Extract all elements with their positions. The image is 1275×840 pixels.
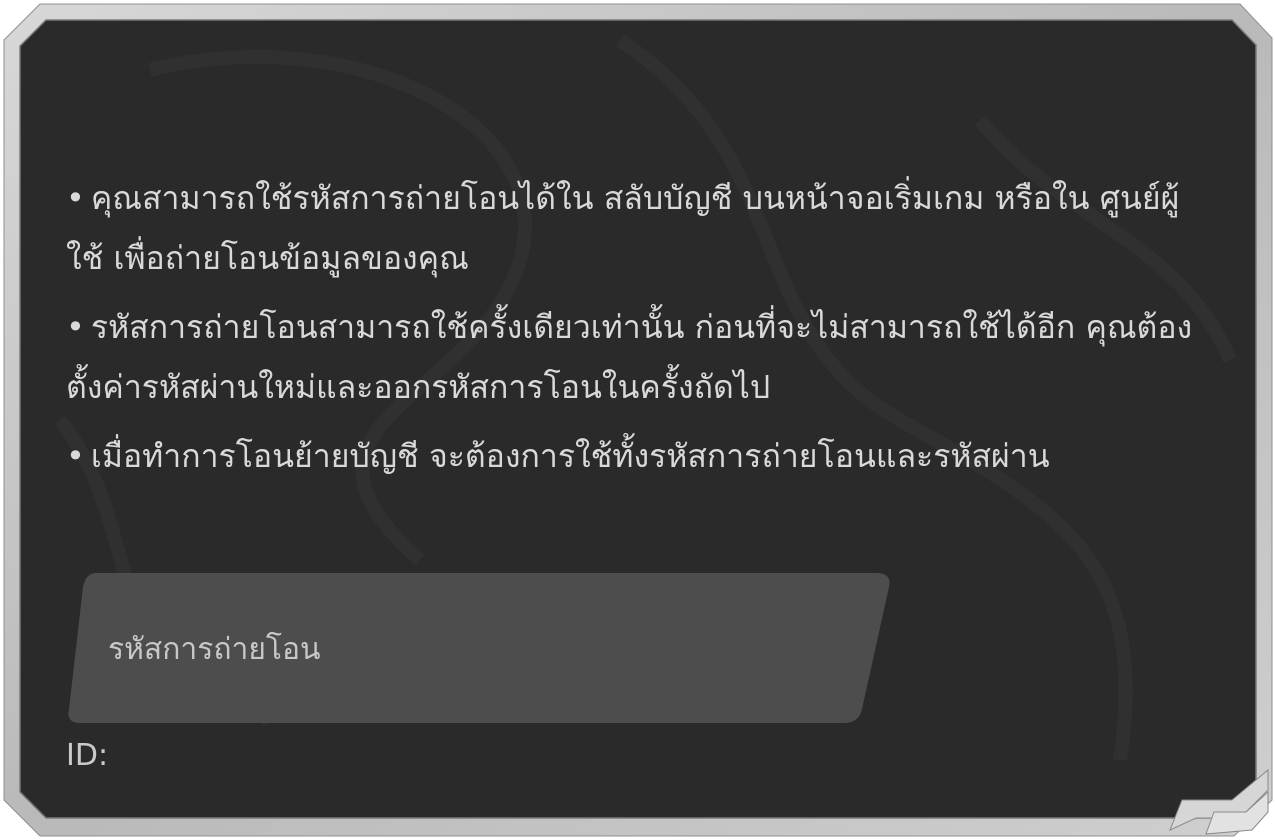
bullet-dot-icon: • xyxy=(66,179,85,217)
transfer-code-dialog: • คุณสามารถใช้รหัสการถ่ายโอนได้ใน สลับบัญ… xyxy=(0,0,1275,840)
id-row: ID: xyxy=(66,734,108,778)
instructions-list: • คุณสามารถใช้รหัสการถ่ายโอนได้ใน สลับบัญ… xyxy=(66,168,1206,495)
bullet-dot-icon: • xyxy=(66,437,85,475)
bullet-dot-icon: • xyxy=(66,308,85,346)
transfer-code-field[interactable] xyxy=(66,573,892,723)
instruction-bullet-2: • รหัสการถ่ายโอนสามารถใช้ครั้งเดียวเท่านั… xyxy=(66,297,1206,417)
instruction-text-2: รหัสการถ่ายโอนสามารถใช้ครั้งเดียวเท่านั้… xyxy=(66,308,1193,406)
instruction-text-3: เมื่อทำการโอนย้ายบัญชี จะต้องการใช้ทั้งร… xyxy=(90,437,1050,475)
instruction-bullet-3: • เมื่อทำการโอนย้ายบัญชี จะต้องการใช้ทั้ง… xyxy=(66,426,1206,486)
instruction-text-1: คุณสามารถใช้รหัสการถ่ายโอนได้ใน สลับบัญช… xyxy=(66,179,1180,277)
id-label: ID: xyxy=(66,738,109,773)
instruction-bullet-1: • คุณสามารถใช้รหัสการถ่ายโอนได้ใน สลับบัญ… xyxy=(66,168,1206,288)
transfer-code-input[interactable] xyxy=(108,621,808,677)
